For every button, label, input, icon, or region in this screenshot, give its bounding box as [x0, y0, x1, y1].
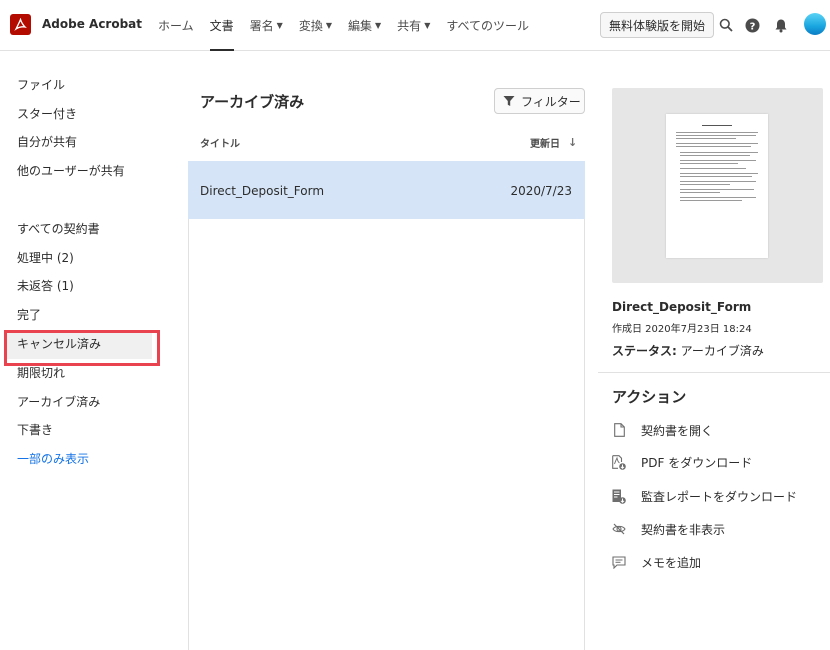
sidebar-item-completed[interactable]: 完了	[17, 306, 41, 323]
nav-label: ホーム	[158, 19, 194, 33]
action-label: 契約書を開く	[641, 423, 714, 438]
sidebar-item-shared-by-others[interactable]: 他のユーザーが共有	[17, 162, 125, 179]
sidebar-item-drafts[interactable]: 下書き	[17, 421, 53, 438]
sidebar-item-in-progress[interactable]: 処理中 (2)	[17, 249, 74, 266]
action-label: 契約書を非表示	[641, 522, 726, 537]
nav-label: 変換	[298, 19, 323, 33]
filter-icon	[503, 96, 515, 106]
column-header-title[interactable]: タイトル	[200, 135, 240, 150]
sidebar-item-files[interactable]: ファイル	[17, 76, 65, 93]
svg-text:?: ?	[749, 21, 755, 32]
nav-sign[interactable]: 署名 ▼	[242, 0, 291, 51]
nav-label: 署名	[249, 19, 274, 33]
note-icon	[612, 554, 626, 570]
app-title: Adobe Acrobat	[42, 17, 143, 31]
nav-label: すべてのツール	[446, 19, 530, 33]
download-audit-report-action[interactable]: 監査レポートをダウンロード	[612, 487, 797, 505]
chevron-down-icon: ▼	[375, 21, 382, 30]
show-less-link[interactable]: 一部のみ表示	[17, 450, 89, 467]
document-name: Direct_Deposit_Form	[612, 300, 752, 314]
action-label: PDF をダウンロード	[641, 455, 753, 470]
row-title: Direct_Deposit_Form	[200, 184, 325, 198]
status-label: ステータス:	[612, 344, 677, 358]
nav-documents[interactable]: 文書	[202, 0, 242, 51]
avatar[interactable]	[804, 13, 826, 35]
chevron-down-icon: ▼	[325, 21, 332, 30]
pdf-download-icon	[612, 454, 626, 470]
nav-edit[interactable]: 編集 ▼	[340, 0, 389, 51]
document-status: ステータス: アーカイブ済み	[612, 342, 764, 359]
chevron-down-icon: ▼	[276, 21, 283, 30]
nav-label: 編集	[348, 19, 373, 33]
start-trial-button[interactable]: 無料体験版を開始	[600, 12, 715, 38]
hide-agreement-action[interactable]: 契約書を非表示	[612, 520, 725, 538]
sidebar-item-all-agreements[interactable]: すべての契約書	[17, 220, 100, 237]
sidebar-item-shared-by-me[interactable]: 自分が共有	[17, 133, 77, 150]
top-bar: Adobe Acrobat ホーム 文書 署名 ▼ 変換 ▼ 編集 ▼ 共有 ▼ すべて…	[0, 0, 830, 51]
nav-label: 文書	[209, 19, 234, 33]
report-download-icon	[612, 488, 626, 504]
sidebar-item-expired[interactable]: 期限切れ	[17, 364, 65, 381]
download-pdf-action[interactable]: PDF をダウンロード	[612, 453, 752, 471]
acrobat-logo-icon[interactable]	[10, 14, 31, 35]
column-header-updated[interactable]: 更新日 ↓	[530, 135, 577, 150]
created-date: 作成日 2020年7月23日 18:24	[612, 324, 752, 335]
document-thumbnail	[666, 114, 768, 258]
document-list	[188, 161, 585, 650]
hide-eye-icon	[612, 521, 626, 537]
nav-label: 共有	[397, 19, 422, 33]
sidebar-item-cancelled[interactable]: キャンセル済み	[17, 335, 101, 352]
page-title: アーカイブ済み	[200, 93, 305, 111]
nav-all-tools[interactable]: すべてのツール	[438, 0, 537, 51]
table-row[interactable]: Direct_Deposit_Form 2020/7/23	[188, 161, 585, 219]
add-note-action[interactable]: メモを追加	[612, 553, 701, 571]
status-value: アーカイブ済み	[680, 344, 764, 358]
bell-icon[interactable]	[771, 15, 791, 35]
row-date: 2020/7/23	[510, 184, 572, 198]
sidebar-item-waiting[interactable]: 未返答 (1)	[17, 277, 74, 294]
open-agreement-action[interactable]: 契約書を開く	[612, 421, 713, 439]
document-icon	[612, 422, 626, 438]
nav-share[interactable]: 共有 ▼	[389, 0, 438, 51]
document-preview[interactable]	[612, 88, 823, 283]
search-icon[interactable]	[716, 15, 736, 35]
filter-button[interactable]: フィルター	[494, 88, 585, 114]
divider	[598, 372, 830, 373]
sidebar-item-starred[interactable]: スター付き	[17, 105, 77, 122]
action-label: メモを追加	[641, 555, 702, 570]
main-nav: ホーム 文書 署名 ▼ 変換 ▼ 編集 ▼ 共有 ▼ すべてのツール	[150, 0, 537, 51]
nav-convert[interactable]: 変換 ▼	[291, 0, 340, 51]
action-label: 監査レポートをダウンロード	[641, 489, 798, 504]
sidebar-item-archived[interactable]: アーカイブ済み	[17, 393, 100, 410]
help-icon[interactable]: ?	[742, 15, 762, 35]
sort-arrow-icon: ↓	[568, 136, 578, 149]
filter-label: フィルター	[521, 94, 581, 109]
actions-title: アクション	[612, 388, 687, 406]
nav-home[interactable]: ホーム	[150, 0, 202, 51]
column-header-updated-label: 更新日	[530, 139, 560, 150]
chevron-down-icon: ▼	[424, 21, 431, 30]
